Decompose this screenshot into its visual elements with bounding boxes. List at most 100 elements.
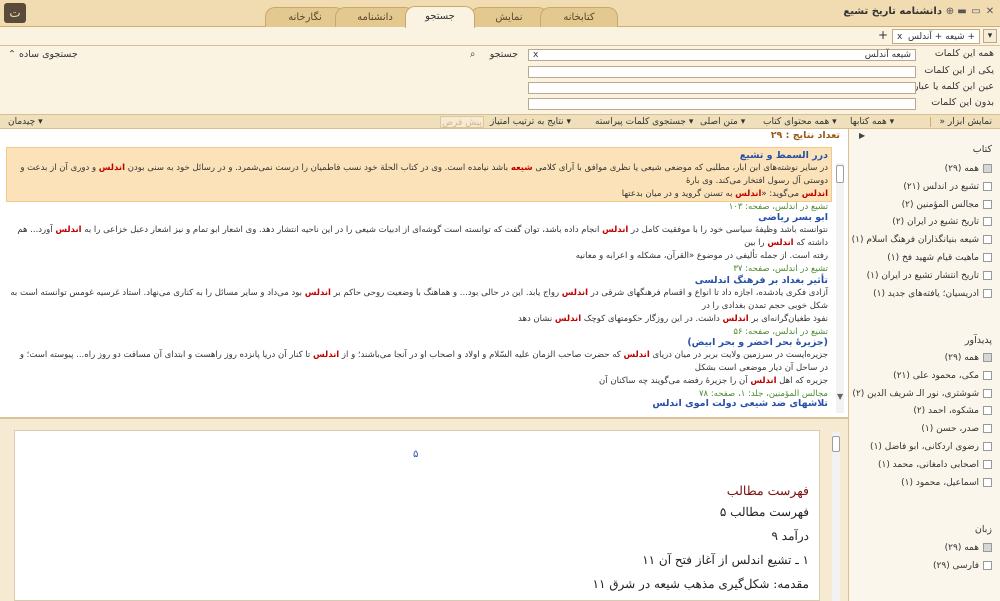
all-words-input[interactable]: شیعه آندلس x [528,49,916,61]
close-button[interactable]: ✕ [984,6,996,18]
tab-menu-button[interactable]: ▾ [983,29,997,43]
results-scrollbar-thumb[interactable] [836,165,844,183]
frequent-words-label: جستجوی کلمات پیراسته [595,117,686,127]
book-facet-item[interactable]: همه (۲۹) [852,162,992,176]
search-button[interactable]: جستجو ⌕ [470,49,518,60]
checkbox-icon[interactable] [983,217,992,227]
book-facet-item[interactable]: تاریخ انتشار تشیع در ایران (۱) [852,269,992,283]
author-facet-item[interactable]: اصحابی دامغانی، محمد (۱) [852,458,992,472]
book-facet-item[interactable]: مجالس المؤمنین (۲) [852,198,992,212]
snippet-text: جزیره‌ایست در سرزمین ولایت بربر در میان … [649,350,828,360]
restore-button[interactable]: ▭ [970,6,982,18]
snippet-text: نفوذ طغیان‌گرانه‌ای بر [748,314,828,324]
toc-line[interactable]: ۱ ـ تشیع اندلس از آغاز فتح آن ۱۱ [29,553,809,567]
result-item[interactable]: تأثیر بغداد بر فرهنگ اندلسی آزادی فکری ی… [10,274,828,339]
checkbox-icon[interactable] [983,235,992,245]
tab-gallery[interactable]: نگارخانه [265,7,345,27]
result-title[interactable]: (جزیرهٔ بحر اخضر و بحر ابیض) [10,336,828,349]
without-words-input[interactable] [528,98,916,110]
result-title[interactable]: درر السمط و تشیع [10,149,828,162]
scroll-down-icon[interactable]: ▼ [837,392,843,401]
frequent-words-dropdown[interactable]: ▾ جستجوی کلمات پیراسته [595,116,693,128]
checkbox-icon[interactable] [983,270,992,280]
book-facet-item[interactable]: شیعه بنیانگذاران فرهنگ اسلام (۱) [852,233,992,247]
author-facet-item[interactable]: صدر، حسن (۱) [852,422,992,436]
minimize-button[interactable]: ▬ [956,6,968,18]
options-toolbar: نمایش ابزار « ▾ همه کتابها ▾ همه محتوای … [0,114,1000,129]
checkbox-icon[interactable] [983,442,992,451]
doc-tab-close-icon[interactable]: x [897,30,902,44]
one-word-input[interactable] [528,66,916,78]
highlight-term: اندلس [312,350,340,360]
checkbox-icon[interactable] [983,459,992,469]
result-title[interactable]: ابو بسر ریاضی [10,211,828,224]
toc-line[interactable]: درآمد ۹ [29,529,809,543]
result-item[interactable]: ابو بسر ریاضی نتوانسته باشد وظیفهٔ سیاسی… [10,211,828,276]
result-item[interactable]: تلاشهای ضد شیعی دولت اموی اندلس [10,397,828,410]
author-facet-label: همه (۲۹) [944,353,979,363]
checkbox-icon[interactable] [983,406,992,416]
author-facet-item[interactable]: اسماعیل، محمود (۱) [852,476,992,490]
clear-icon[interactable]: x [533,50,538,60]
all-books-dropdown[interactable]: ▾ همه کتابها [850,116,894,128]
all-words-label: همه این کلمات [934,48,994,59]
language-facet-title: زبان [974,524,992,535]
checkbox-icon[interactable] [983,181,992,191]
toc-line[interactable]: مقدمه: شکل‌گیری مذهب شیعه در شرق ۱۱ [29,577,809,591]
result-item[interactable]: درر السمط و تشیع در سایر نوشته‌های ابن ا… [10,149,828,214]
author-facet-item[interactable]: همه (۲۹) [852,351,992,365]
checkbox-icon[interactable] [983,288,992,298]
author-facet-item[interactable]: رضوی اردکانی، ابو فاضل (۱) [852,440,992,454]
sort-dropdown[interactable]: ▾ نتایج به ترتیب امتیاز [490,116,571,128]
document-scrollbar-thumb[interactable] [832,436,840,452]
layout-dropdown[interactable]: ▾ چیدمان [8,116,43,128]
checkbox-icon[interactable] [983,353,992,362]
checkbox-icon[interactable] [983,424,992,434]
document-scrollbar[interactable] [832,432,840,601]
language-facet-item[interactable]: فارسی (۲۹) [852,559,992,573]
tab-library[interactable]: کتابخانه [540,7,618,27]
toc-line[interactable]: فهرست مطالب ۵ [29,505,809,519]
highlight-term: اندلس [98,163,125,173]
doc-tab[interactable]: + شیعه + آندلس x [892,29,980,44]
author-facet-item[interactable]: شوشتری، نور الـ شریف الدین (۲) [852,387,992,401]
expand-arrow-icon[interactable]: ▶ [859,131,865,140]
checkbox-icon[interactable] [983,543,992,552]
book-facet-item[interactable]: تاریخ تشیع در ایران (۲) [852,215,992,229]
highlight-term: اندلس [554,314,582,324]
checkbox-icon[interactable] [983,477,992,487]
show-tools-label: نمایش ابزار [947,117,992,127]
result-title[interactable]: تأثیر بغداد بر فرهنگ اندلسی [10,274,828,287]
content-dropdown[interactable]: ▾ همه محتوای کتاب [763,116,837,128]
simple-search-toggle[interactable]: ⌃ جستجوی ساده [8,49,108,60]
highlight-term: اندلس [623,350,650,360]
main-text-dropdown[interactable]: ▾ متن اصلی [700,116,745,128]
checkbox-icon[interactable] [983,388,992,398]
highlight-term: اندلس [304,288,331,298]
tab-display[interactable]: نمایش [470,7,548,27]
add-tab-button[interactable]: + [878,28,888,42]
checkbox-icon[interactable] [983,253,992,262]
book-facet-item[interactable]: تشیع در اندلس (۲۱) [852,180,992,194]
tab-search[interactable]: جستجو [405,6,475,28]
pin-icon[interactable]: ⊕ [944,6,956,18]
book-facet-item[interactable]: ادریسیان؛ یافته‌های جدید (۱) [852,287,992,301]
preview-button[interactable]: پیش فرض [440,116,484,128]
checkbox-icon[interactable] [983,370,992,380]
results-scrollbar[interactable] [836,163,844,413]
show-tools-button[interactable]: نمایش ابزار « [940,116,993,128]
book-facet-item[interactable]: ماهیت قیام شهید فخ (۱) [852,251,992,265]
checkbox-icon[interactable] [983,560,992,570]
checkbox-icon[interactable] [983,199,992,209]
exact-phrase-input[interactable] [528,82,916,94]
author-facet-item[interactable]: مشکوه، احمد (۲) [852,404,992,418]
snippet-text: رواج یابد. این در حالی بود... و هماهنگ ب… [330,288,562,298]
tab-encyclopedia[interactable]: دانشنامه [335,7,415,27]
language-facet-item[interactable]: همه (۲۹) [852,541,992,555]
result-item[interactable]: (جزیرهٔ بحر اخضر و بحر ابیض) جزیره‌ایست … [10,336,828,401]
author-facet-label: اسماعیل، محمود (۱) [901,477,979,488]
layout-label: چیدمان [8,117,36,127]
author-facet-item[interactable]: مکی، محمود علی (۲۱) [852,369,992,383]
result-title[interactable]: تلاشهای ضد شیعی دولت اموی اندلس [10,397,828,410]
checkbox-icon[interactable] [983,164,992,173]
